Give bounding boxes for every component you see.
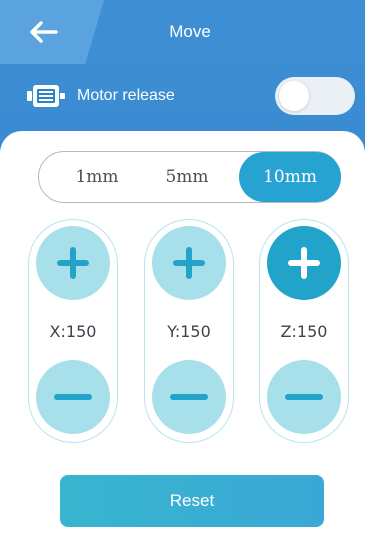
axis-z-control: Z:150 [259, 219, 349, 443]
plus-icon [57, 247, 89, 279]
y-plus-button[interactable] [152, 226, 226, 300]
step-option-10mm[interactable]: 10mm [239, 152, 341, 202]
step-size-selector: 1mm 5mm 10mm [38, 151, 341, 203]
control-panel: 1mm 5mm 10mm X:150 Y:150 Z:150 Reset [0, 131, 365, 551]
x-position-label: X:150 [49, 322, 97, 341]
motor-release-label: Motor release [77, 87, 175, 104]
minus-icon [285, 394, 323, 400]
minus-icon [54, 394, 92, 400]
plus-icon [288, 247, 320, 279]
axis-y-control: Y:150 [144, 219, 234, 443]
z-position-label: Z:150 [280, 322, 328, 341]
step-option-1mm[interactable]: 1mm [53, 152, 141, 202]
back-button[interactable] [0, 0, 104, 64]
motor-release-row: Motor release [0, 74, 365, 118]
minus-icon [170, 394, 208, 400]
y-minus-button[interactable] [152, 360, 226, 434]
motor-release-toggle[interactable] [275, 77, 355, 115]
x-minus-button[interactable] [36, 360, 110, 434]
reset-button[interactable]: Reset [60, 475, 324, 527]
x-plus-button[interactable] [36, 226, 110, 300]
y-position-label: Y:150 [167, 322, 211, 341]
motor-icon [27, 85, 65, 107]
z-plus-button[interactable] [267, 226, 341, 300]
move-screen: Move Motor release 1mm 5mm 10mm X:150 Y:… [0, 0, 365, 551]
step-option-5mm[interactable]: 5mm [143, 152, 231, 202]
page-title: Move [169, 22, 211, 41]
arrow-left-icon [30, 21, 58, 43]
axis-x-control: X:150 [28, 219, 118, 443]
toggle-knob [279, 81, 309, 111]
plus-icon [173, 247, 205, 279]
z-minus-button[interactable] [267, 360, 341, 434]
